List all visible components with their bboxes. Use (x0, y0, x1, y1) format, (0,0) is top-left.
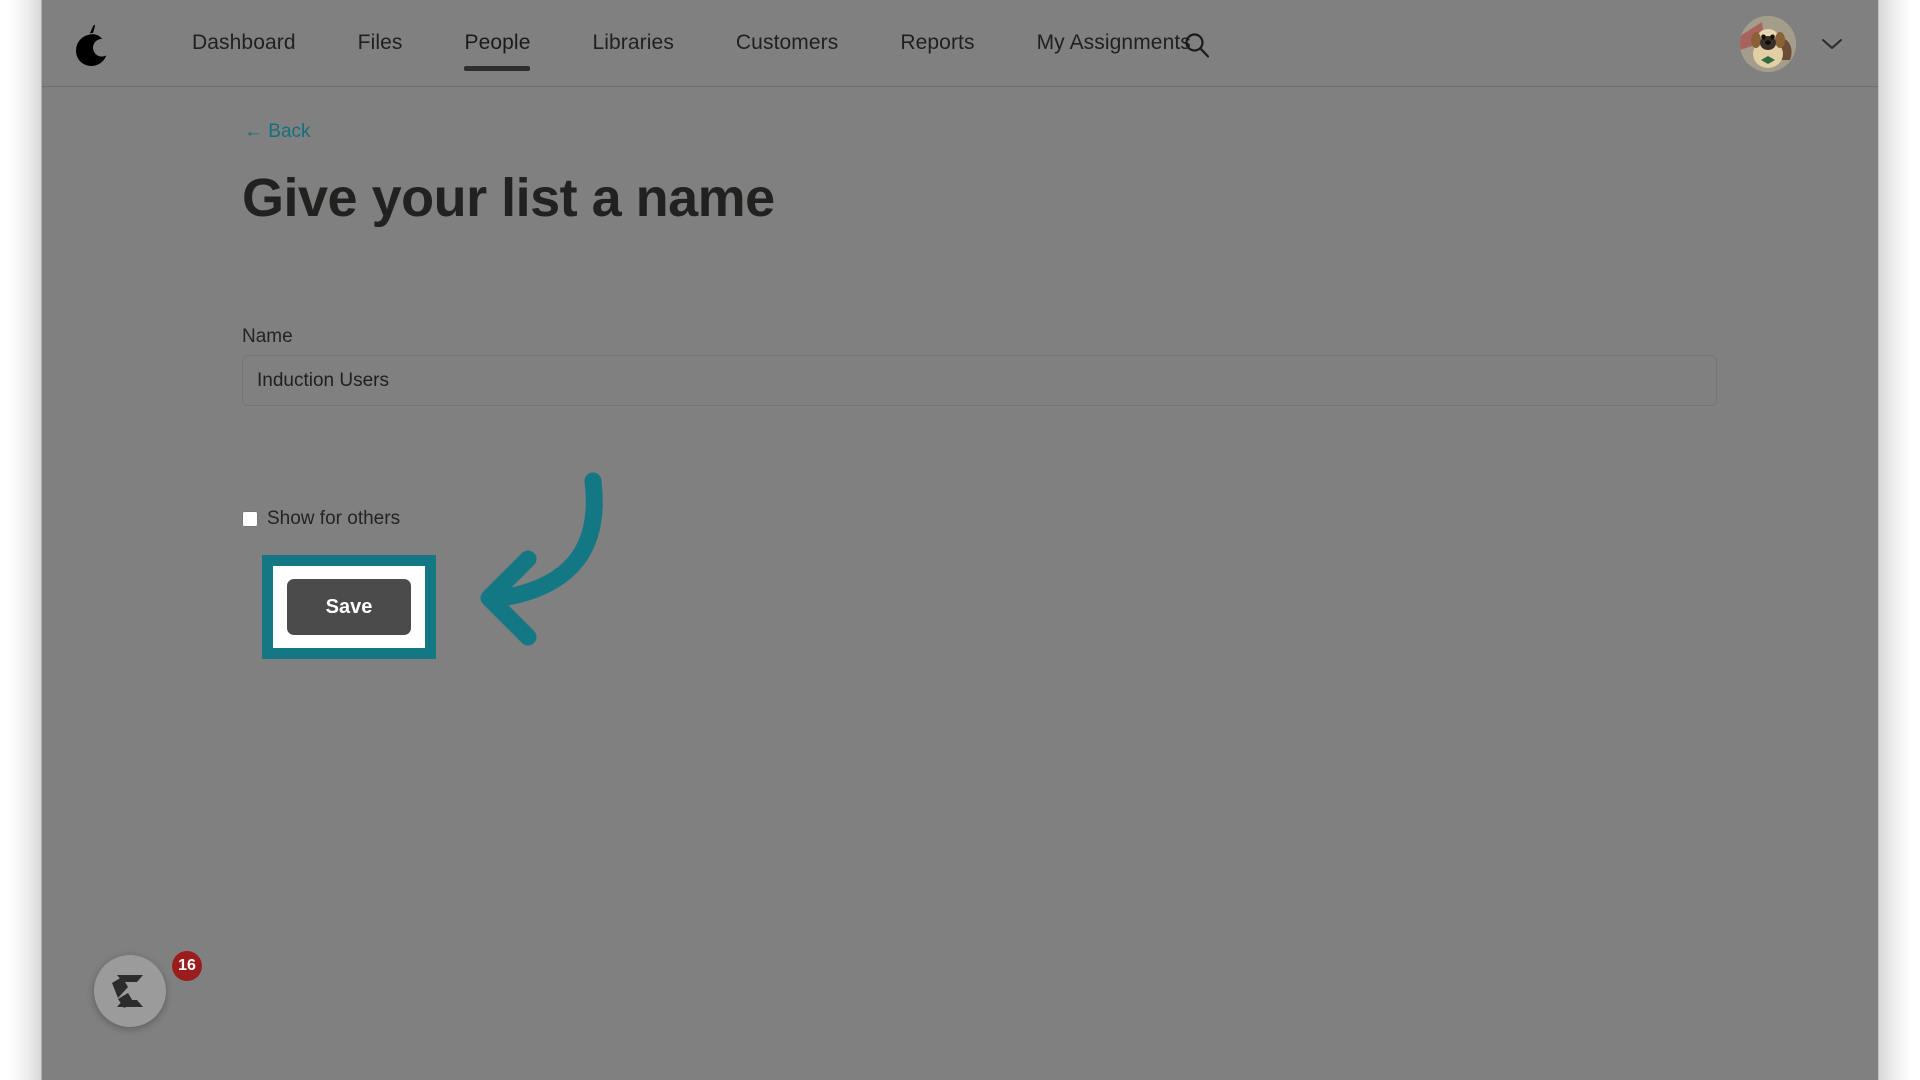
page-title: Give your list a name (242, 168, 775, 228)
show-for-others-checkbox[interactable] (242, 511, 258, 527)
show-for-others-row[interactable]: Show for others (242, 508, 400, 530)
nav-item-files[interactable]: Files (358, 31, 403, 57)
nav-item-reports[interactable]: Reports (900, 31, 974, 57)
screenshot-root: Dashboard Files People Libraries Custome… (0, 0, 1920, 1080)
nav-item-my-assignments[interactable]: My Assignments (1037, 31, 1191, 57)
chat-unread-badge[interactable]: 16 (172, 951, 202, 981)
nav-item-dashboard[interactable]: Dashboard (192, 31, 296, 57)
nav-item-people[interactable]: People (464, 31, 531, 71)
search-icon[interactable] (1182, 30, 1212, 60)
nav-item-list: Dashboard Files People Libraries Custome… (192, 0, 1253, 87)
avatar[interactable] (1740, 16, 1796, 72)
name-input[interactable] (242, 355, 1717, 406)
nav-item-libraries[interactable]: Libraries (592, 31, 673, 57)
curved-left-arrow-annotation (450, 467, 750, 682)
name-label: Name (242, 326, 293, 347)
app-page: Dashboard Files People Libraries Custome… (42, 0, 1878, 1080)
top-navigation-bar: Dashboard Files People Libraries Custome… (42, 0, 1878, 87)
back-link[interactable]: ← Back (244, 121, 311, 143)
save-button[interactable]: Save (287, 579, 411, 635)
nav-item-customers[interactable]: Customers (736, 31, 838, 57)
chevron-down-icon[interactable] (1820, 36, 1844, 52)
chat-widget-button[interactable] (94, 955, 166, 1027)
show-for-others-label: Show for others (267, 508, 401, 529)
pear-logo[interactable] (62, 16, 118, 72)
